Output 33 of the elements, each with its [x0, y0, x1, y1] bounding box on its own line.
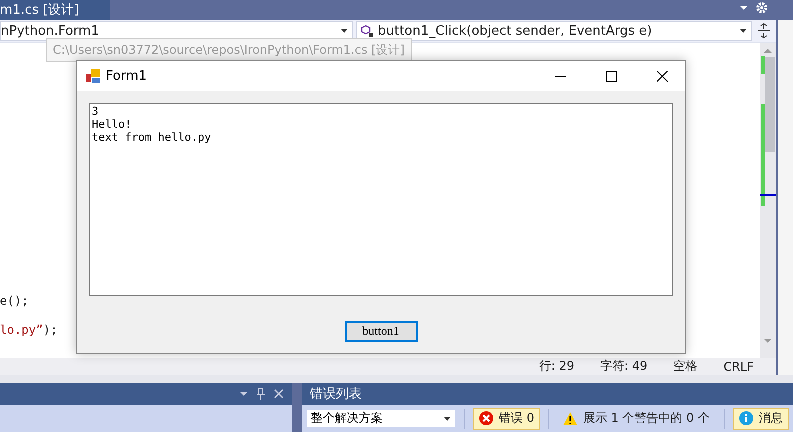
- line-indicator: 行: 29: [539, 358, 575, 375]
- file-path-tooltip: C:\Users\sn03772\source\repos\IronPython\Form1.cs [设计]: [46, 38, 412, 62]
- split-icon[interactable]: [758, 23, 770, 39]
- settings-icon[interactable]: [756, 2, 768, 14]
- column-indicator: 字符: 49: [600, 358, 648, 375]
- caret-icon: [740, 29, 747, 33]
- dropdown-icon[interactable]: [740, 5, 748, 11]
- dropdown-icon[interactable]: [240, 391, 248, 397]
- filter-button[interactable]: 展示 1 个警告中的 0 个: [557, 408, 716, 430]
- panel-title: 错误列表: [310, 386, 362, 403]
- code-line: e();: [0, 294, 29, 309]
- caret-icon: [341, 29, 348, 33]
- indent-indicator: 空格: [674, 358, 698, 375]
- caret-icon: [444, 416, 452, 420]
- scope-dropdown[interactable]: 整个解决方案: [306, 409, 456, 428]
- code-line: lo.py”);: [0, 323, 58, 338]
- pin-icon[interactable]: [256, 388, 266, 400]
- error-icon: [479, 411, 494, 426]
- form-button[interactable]: button1: [344, 321, 418, 342]
- filter-button[interactable]: 错误 0: [473, 408, 540, 430]
- maximize-icon: [606, 70, 617, 82]
- member-dropdown[interactable]: button1_Click(object sender, EventArgs e): [356, 21, 752, 41]
- line-ending-indicator: CRLF: [724, 360, 754, 374]
- window-title: Form1: [106, 68, 148, 84]
- form-icon: [86, 69, 100, 83]
- document-tab[interactable]: m1.cs [设计]: [0, 0, 110, 20]
- info-icon: [739, 411, 754, 426]
- filter-button[interactable]: 消息: [733, 408, 789, 430]
- method-icon: [361, 24, 374, 38]
- warning-icon: [563, 412, 578, 426]
- close-icon[interactable]: [274, 389, 284, 399]
- output-text-area[interactable]: 3 Hello! text from hello.py: [89, 103, 673, 296]
- close-icon: [657, 70, 668, 82]
